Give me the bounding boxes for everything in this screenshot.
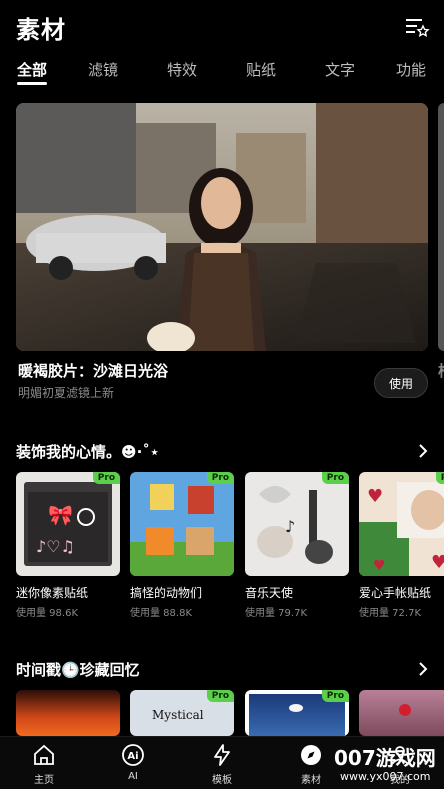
card-usage: 使用量 72.7K [359, 608, 422, 619]
compass-icon [301, 745, 321, 765]
use-button[interactable]: 使用 [374, 368, 428, 398]
timestamp-card[interactable] [359, 690, 444, 736]
svg-text:Ai: Ai [127, 751, 138, 762]
timestamp-card[interactable]: Mystical Pro [130, 690, 234, 736]
card-thumbnail: Mystical Pro [130, 690, 234, 736]
app-header: 素材 [0, 0, 444, 56]
card-usage: 使用量 79.7K [245, 608, 308, 619]
active-tab-indicator [17, 82, 47, 85]
lightning-icon [214, 744, 230, 766]
mystical-label: Mystical [152, 708, 204, 722]
nav-templates[interactable]: 模板 [194, 743, 250, 786]
tab-stickers[interactable]: 贴纸 [246, 59, 276, 80]
next-banner-peek[interactable] [438, 103, 444, 351]
svg-text:♥: ♥ [373, 558, 386, 574]
svg-text:♥: ♥ [367, 486, 383, 507]
sticker-card[interactable]: 🎀 ♪♡♫ Pro 迷你像素贴纸 使用量 98.6K [16, 472, 120, 619]
tab-effects[interactable]: 特效 [167, 59, 197, 80]
pro-badge: Pro [321, 690, 349, 702]
next-banner-title-peek: 柠 [438, 360, 444, 381]
nav-materials[interactable]: 素材 [283, 743, 339, 786]
nav-label: AI [128, 771, 138, 782]
tab-all[interactable]: 全部 [17, 59, 47, 80]
tab-functions[interactable]: 功能 [396, 59, 426, 80]
sticker-card[interactable]: ♥ ♥ ♥ Pro 爱心手帐贴纸 使用量 72.7K [359, 472, 444, 619]
banner-photo [16, 103, 428, 351]
tab-text[interactable]: 文字 [325, 59, 355, 80]
filter-star-icon[interactable] [404, 14, 430, 40]
featured-banner-image[interactable] [16, 103, 428, 351]
svg-text:♪♡♫: ♪♡♫ [36, 537, 75, 556]
card-usage: 使用量 98.6K [16, 608, 79, 619]
card-name: 搞怪的动物们 [130, 586, 203, 600]
pro-badge: Pro [92, 472, 120, 484]
pro-badge: Pro [206, 472, 234, 484]
pro-badge: Pro [321, 472, 349, 484]
ai-icon: Ai [122, 744, 144, 766]
nav-label: 素材 [301, 775, 321, 786]
card-thumbnail: Pro [130, 472, 234, 576]
svg-text:♥: ♥ [431, 552, 444, 573]
svg-text:🎀: 🎀 [48, 503, 73, 527]
pro-badge: Pro [435, 472, 444, 484]
card-thumbnail: Pro [245, 690, 349, 736]
card-thumbnail: 🎀 ♪♡♫ Pro [16, 472, 120, 576]
card-name: 迷你像素贴纸 [16, 586, 89, 600]
card-thumbnail [359, 690, 444, 736]
pro-badge: Pro [206, 690, 234, 702]
category-tabs: 全部 滤镜 特效 贴纸 文字 功能 [0, 56, 444, 92]
tab-filters[interactable]: 滤镜 [88, 59, 118, 80]
card-name: 爱心手帐贴纸 [359, 586, 432, 600]
sticker-card[interactable]: Pro 搞怪的动物们 使用量 88.8K [130, 472, 234, 619]
card-name: 音乐天使 [245, 586, 294, 600]
watermark-logo: 007游戏网 [334, 746, 436, 770]
sticker-card[interactable]: ♪ Pro 音乐天使 使用量 79.7K [245, 472, 349, 619]
card-thumbnail: ♥ ♥ ♥ Pro [359, 472, 444, 576]
card-usage: 使用量 88.8K [130, 608, 193, 619]
banner-subtitle: 明媚初夏滤镜上新 [18, 386, 115, 400]
timestamp-card[interactable]: Pro [245, 690, 349, 736]
watermark-url: www.yx007.com [340, 770, 431, 783]
banner-title: 暖褐胶片：沙滩日光浴 [18, 362, 169, 380]
timestamp-card[interactable] [16, 690, 120, 736]
nav-ai[interactable]: Ai AI [105, 743, 161, 782]
home-icon [34, 744, 54, 765]
page-title: 素材 [16, 16, 66, 44]
nav-label: 主页 [34, 775, 54, 786]
chevron-right-icon[interactable] [414, 442, 432, 460]
chevron-right-icon[interactable] [414, 660, 432, 678]
card-thumbnail [16, 690, 120, 736]
section-title-mood: 装饰我的心情。☻·˚⋆ [16, 443, 160, 461]
svg-text:♪: ♪ [285, 517, 295, 536]
card-thumbnail: ♪ Pro [245, 472, 349, 576]
section-title-timestamp: 时间戳🕒珍藏回忆 [16, 661, 140, 679]
nav-label: 模板 [212, 775, 232, 786]
nav-home[interactable]: 主页 [16, 743, 72, 786]
